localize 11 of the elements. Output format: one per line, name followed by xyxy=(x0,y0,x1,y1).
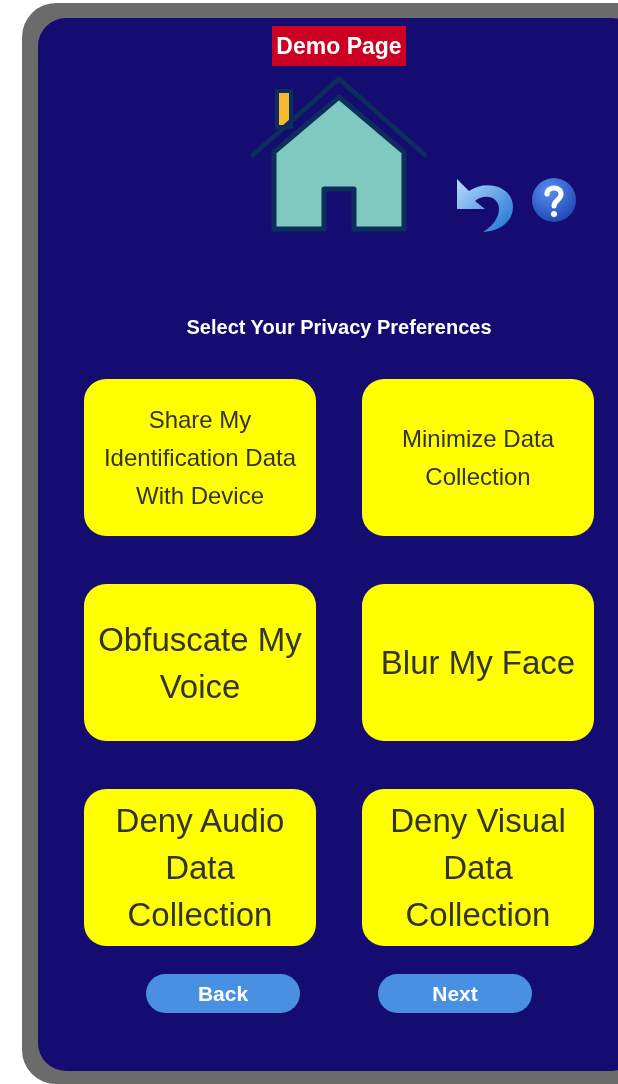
heading: Select Your Privacy Preferences xyxy=(186,316,492,339)
demo-badge: Demo Page xyxy=(272,26,406,66)
privacy-option-button[interactable]: Minimize Data Collection xyxy=(362,379,594,536)
house-icon[interactable] xyxy=(251,77,427,232)
help-icon[interactable] xyxy=(531,177,577,223)
privacy-option-button[interactable]: Obfuscate My Voice xyxy=(84,584,316,741)
privacy-option-button[interactable]: Deny Audio Data Collection xyxy=(84,789,316,946)
undo-icon[interactable] xyxy=(455,177,515,234)
privacy-option-button[interactable]: Blur My Face xyxy=(362,584,594,741)
privacy-option-button[interactable]: Share My Identification Data With Device xyxy=(84,379,316,536)
privacy-option-button[interactable]: Deny Visual Data Collection xyxy=(362,789,594,946)
